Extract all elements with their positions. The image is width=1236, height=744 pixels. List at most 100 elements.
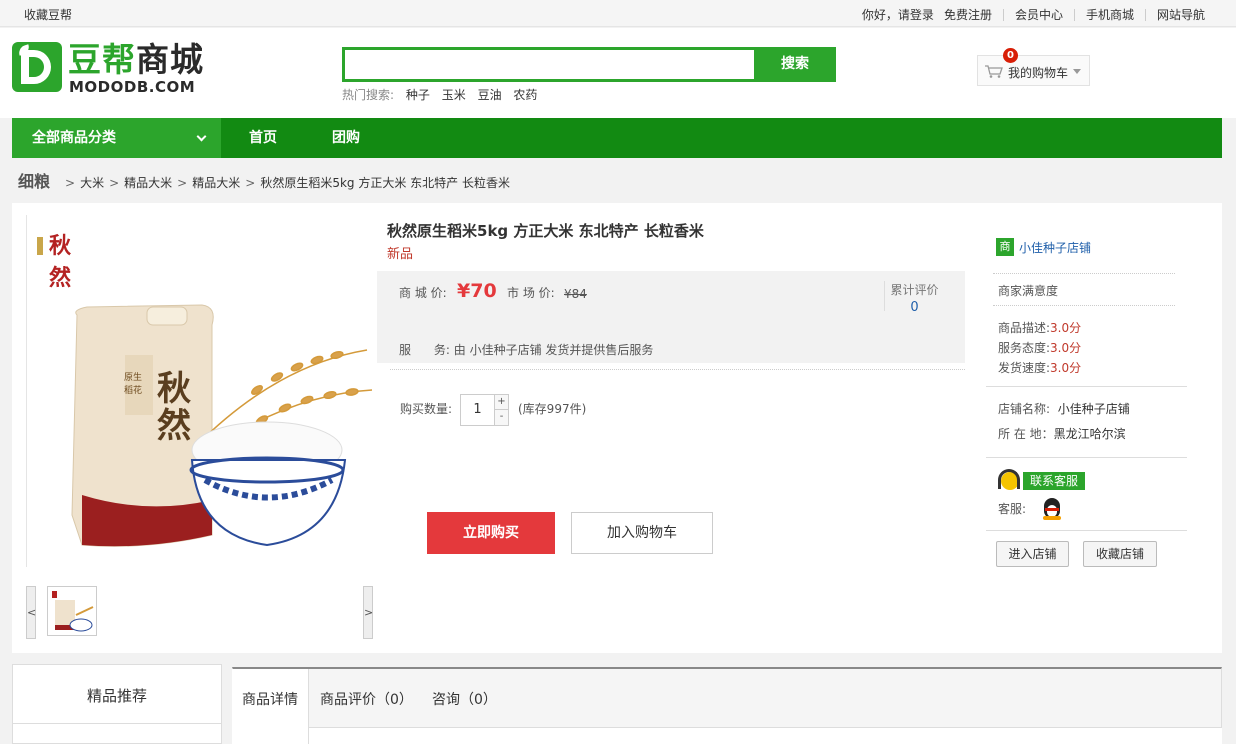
main-nav: 全部商品分类 首页 团购 [12,118,1222,158]
divider [986,386,1187,387]
nav-item-group-buy[interactable]: 团购 [332,118,360,158]
recommend-panel: 精品推荐 [12,664,222,744]
tab-details[interactable]: 商品详情 [232,669,309,744]
quantity-input[interactable]: 1 [461,395,494,425]
tab-reviews[interactable]: 商品评价（0） [320,669,413,729]
hot-keyword[interactable]: 玉米 [442,88,466,102]
search-box: 搜索 [342,47,836,82]
divider [993,273,1175,274]
breadcrumb-separator: > [109,176,120,190]
logo-text-part2: 商城 [136,40,204,79]
favorite-store-button[interactable]: 收藏店铺 [1083,541,1157,567]
rating-label: 服务态度: [998,341,1051,355]
header: 豆帮商城 MODODB.COM 搜索 热门搜索: 种子 玉米 豆油 农药 0 我… [0,28,1236,118]
review-count-value: 0 [910,300,919,315]
breadcrumb-current: 秋然原生稻米5kg 方正大米 东北特产 长粒香米 [260,176,510,190]
thumbnail[interactable] [47,586,97,636]
divider [1073,8,1075,21]
shop-name-link[interactable]: 小佳种子店铺 [1019,239,1091,256]
chevron-down-icon [196,131,207,142]
hot-keyword[interactable]: 农药 [513,88,537,102]
price-box: 商 城 价: ¥70 市 场 价: ¥84 累计评价 0 服 务: 由 小佳种子… [377,271,965,363]
favorite-site-link[interactable]: 收藏豆帮 [24,6,72,23]
tab-consult[interactable]: 咨询（0） [432,669,497,729]
nav-item-home[interactable]: 首页 [249,118,277,158]
divider [986,457,1187,458]
service-info: 服 务: 由 小佳种子店铺 发货并提供售后服务 [399,341,653,358]
service-text: 由 小佳种子店铺 发货并提供售后服务 [453,343,654,357]
shop-satisfaction-title: 商家满意度 [998,284,1059,298]
hot-search: 热门搜索: 种子 玉米 豆油 农药 [342,86,545,103]
hot-keyword[interactable]: 种子 [406,88,430,102]
login-link[interactable]: 你好，请登录 [857,6,939,23]
rating-service: 服务态度:3.0分 [998,339,1081,356]
thumb-prev-button[interactable]: < [26,586,36,639]
store-name-value: 小佳种子店铺 [1057,402,1130,416]
logo-text: 豆帮商城 [68,40,204,80]
site-logo[interactable]: 豆帮商城 MODODB.COM [12,40,204,96]
add-to-cart-button[interactable]: 加入购物车 [571,512,713,554]
breadcrumb: 细粮 > 大米 > 精品大米 > 精品大米 > 秋然原生稻米5kg 方正大米 东… [18,168,510,192]
rating-value: 3.0分 [1050,321,1082,335]
cart-label: 我的购物车 [1008,66,1069,80]
hot-keyword[interactable]: 豆油 [478,88,502,102]
site-nav-link[interactable]: 网站导航 [1152,6,1210,23]
product-panel: 秋 然 原生 稻花 秋 然 < > 秋然原生稻米5kg 方正大米 东北特产 长粒… [12,203,1222,653]
thumbnail-bar: < > [26,586,376,640]
stock-info: (库存997件) [518,402,587,416]
cart-count-badge: 0 [1003,48,1018,63]
search-button[interactable]: 搜索 [754,47,836,82]
thumb-next-button[interactable]: > [363,586,373,639]
svg-text:稻花: 稻花 [124,384,142,396]
location-row: 所 在 地：黑龙江哈尔滨 [998,425,1126,442]
hot-search-label: 热门搜索: [342,88,395,102]
svg-text:原生: 原生 [124,371,142,383]
all-categories-menu[interactable]: 全部商品分类 [12,118,221,158]
tab-content [309,727,1222,744]
store-name-row: 店铺名称: 小佳种子店铺 [998,400,1130,417]
shop-header[interactable]: 商 小佳种子店铺 [996,238,1091,256]
price-value: ¥70 [457,280,497,302]
register-link[interactable]: 免费注册 [939,6,997,23]
member-center-link[interactable]: 会员中心 [1010,6,1068,23]
top-links: 你好，请登录 免费注册 会员中心 手机商城 网站导航 [857,6,1210,23]
store-name-label: 店铺名称: [998,402,1051,416]
product-tag: 新品 [387,247,414,262]
review-count-box[interactable]: 累计评价 0 [884,281,944,315]
caret-down-icon [1073,69,1081,74]
review-count-label: 累计评价 [890,283,939,297]
logo-domain: MODODB.COM [69,78,196,96]
divider [390,369,965,370]
shop-badge-icon: 商 [996,238,1014,256]
contact-service-button[interactable]: 联系客服 [998,469,1086,491]
divider [1002,8,1004,21]
enter-store-button[interactable]: 进入店铺 [996,541,1069,567]
price-label: 商 城 价: [399,286,447,300]
breadcrumb-item[interactable]: 精品大米 [124,174,172,191]
cart-button[interactable]: 0 我的购物车 [977,48,1090,86]
service-label: 服 务: [399,343,450,357]
rating-value: 3.0分 [1050,341,1082,355]
search-input[interactable] [345,50,755,79]
rating-value: 3.0分 [1050,361,1082,375]
svg-text:然: 然 [157,406,191,446]
contact-service-label: 联系客服 [1023,472,1085,490]
quantity-increase-button[interactable]: + [494,395,508,410]
breadcrumb-separator: > [177,176,188,190]
product-image[interactable]: 秋 然 原生 稻花 秋 然 [26,215,377,567]
svg-text:秋: 秋 [157,369,191,409]
brand-vertical-char: 秋 [49,233,72,259]
rating-shipping: 发货速度:3.0分 [998,359,1081,376]
rating-label: 商品描述: [998,321,1051,335]
breadcrumb-root[interactable]: 细粮 [18,168,50,192]
mobile-mall-link[interactable]: 手机商城 [1081,6,1139,23]
quantity-decrease-button[interactable]: - [494,410,508,425]
service-label: 客服: [998,502,1027,516]
location-label: 所 在 地： [998,427,1054,441]
brand-vertical-char: 然 [49,265,71,291]
buy-now-button[interactable]: 立即购买 [427,512,555,554]
breadcrumb-item[interactable]: 大米 [80,174,104,191]
cart-icon [985,65,1003,78]
breadcrumb-item[interactable]: 精品大米 [192,174,240,191]
qq-icon[interactable] [1042,498,1062,520]
